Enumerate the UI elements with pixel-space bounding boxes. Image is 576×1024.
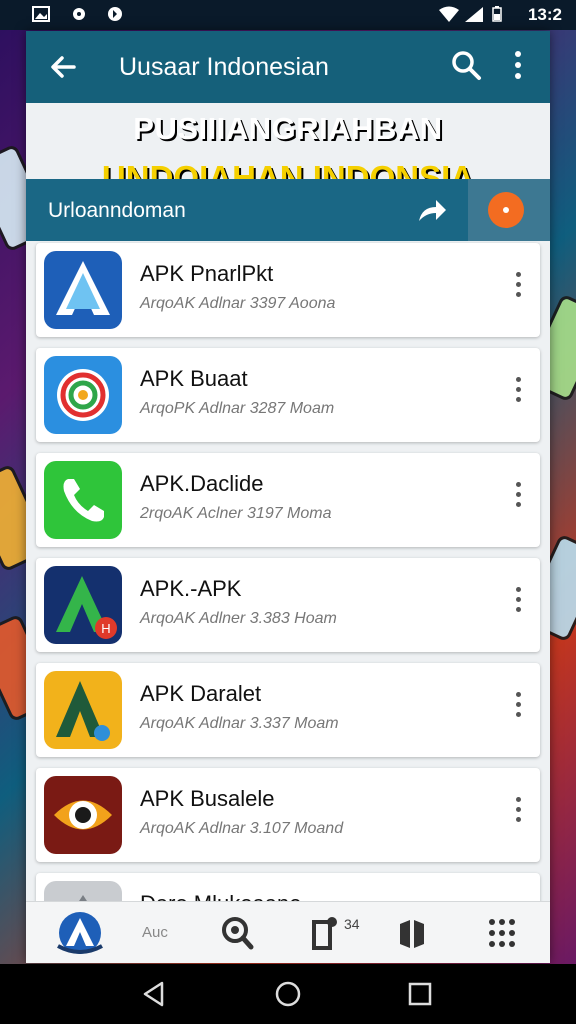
- section-bar: Urloanndoman: [26, 179, 550, 241]
- library-icon[interactable]: [396, 910, 428, 956]
- status-time: 13:2: [527, 5, 562, 24]
- app-name: APK.Daclide: [140, 471, 264, 496]
- app-details: ArqoAK Adlner 3.383 Hoam: [140, 610, 337, 627]
- green-a-icon: H: [44, 566, 122, 644]
- list-item[interactable]: APK.Daclide 2rqoAK Aclner 3197 Moma: [36, 453, 540, 547]
- stylized-a-blue-icon: [44, 251, 122, 329]
- item-menu-icon[interactable]: [508, 792, 528, 836]
- item-menu-icon[interactable]: [508, 582, 528, 626]
- search-icon[interactable]: [450, 49, 482, 81]
- item-menu-icon[interactable]: [508, 267, 528, 311]
- updates-icon[interactable]: [308, 910, 340, 956]
- list-item[interactable]: APK Busalele ArqoAK Adlnar 3.107 Moand: [36, 768, 540, 862]
- list-item[interactable]: APK Buaat ArqoPK Adlnar 3287 Moam: [36, 348, 540, 442]
- colorful-swirl-icon: [44, 356, 122, 434]
- system-recents-icon[interactable]: [406, 980, 434, 1008]
- orange-eye-icon: [44, 776, 122, 854]
- app-details: ArqoAK Adlnar 3.337 Moam: [140, 715, 339, 732]
- home-app-icon[interactable]: [50, 910, 110, 956]
- apps-grid-icon[interactable]: [486, 910, 518, 956]
- app-details: 2rqoAK Aclner 3197 Moma: [140, 505, 332, 522]
- svg-text:H: H: [101, 621, 110, 636]
- app-notification-icon: [108, 7, 122, 21]
- bottom-navigation: Auc 34: [26, 901, 550, 963]
- toolbar-title: Uusaar Indonesian: [119, 53, 329, 81]
- settings-notification-icon: [73, 8, 85, 20]
- toolbar: Uusaar Indonesian: [26, 31, 550, 103]
- action-button-area: [468, 179, 550, 241]
- system-home-icon[interactable]: [274, 980, 302, 1008]
- app-details: ArqoAK Adlnar 3.107 Moand: [140, 820, 344, 837]
- app-name: APK PnarlPkt: [140, 261, 274, 286]
- app-details: ArqoAK Adlnar 3397 Aoona: [140, 295, 336, 312]
- app-details: ArqoPK Adlnar 3287 Moam: [140, 400, 335, 417]
- app-name: APK Busalele: [140, 786, 275, 811]
- app-name: APK Buaat: [140, 366, 248, 391]
- list-item[interactable]: H APK.-APK ArqoAK Adlner 3.383 Hoam: [36, 558, 540, 652]
- battery-icon: [492, 6, 502, 22]
- item-menu-icon[interactable]: [508, 687, 528, 731]
- app-name: APK.-APK: [140, 576, 242, 601]
- system-back-icon[interactable]: [140, 980, 168, 1008]
- yellow-a-icon: [44, 671, 122, 749]
- section-title: Urloanndoman: [48, 199, 186, 222]
- overflow-menu-icon[interactable]: [506, 49, 530, 81]
- search-icon[interactable]: [220, 910, 254, 956]
- status-bar: 13:2: [0, 0, 576, 30]
- signal-icon: [465, 7, 483, 22]
- banner-headline: PUSIIIANGRIAHBAN: [133, 111, 443, 146]
- list-item[interactable]: APK Daralet ArqoAK Adlnar 3.337 Moam: [36, 663, 540, 757]
- list-item[interactable]: APK PnarlPkt ArqoAK Adlnar 3397 Aoona: [36, 243, 540, 337]
- updates-count: 34: [344, 916, 360, 932]
- item-menu-icon[interactable]: [508, 477, 528, 521]
- image-notification-icon: [32, 6, 50, 22]
- app-name: APK Daralet: [140, 681, 262, 706]
- app-window: Uusaar Indonesian PUSIIIANGRIAHBAN UNDOI…: [26, 31, 550, 963]
- wifi-icon: [439, 6, 459, 22]
- system-navigation-bar: [0, 964, 576, 1024]
- share-icon[interactable]: [416, 195, 448, 225]
- back-arrow-icon[interactable]: [46, 49, 82, 85]
- phone-handset-icon: [44, 461, 122, 539]
- item-menu-icon[interactable]: [508, 372, 528, 416]
- record-button[interactable]: [488, 192, 524, 228]
- nav-label: Auc: [142, 924, 168, 941]
